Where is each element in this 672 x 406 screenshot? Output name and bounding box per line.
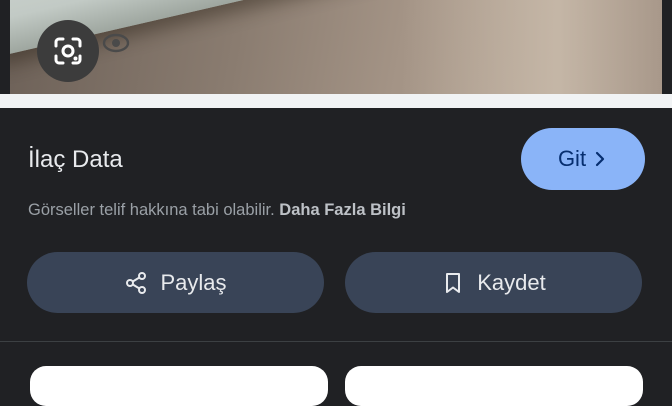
google-lens-icon [54,37,82,65]
share-label: Paylaş [160,269,227,295]
source-title: İlaç Data [28,146,123,173]
share-button[interactable]: Paylaş [27,252,324,313]
notice-text: Görseller telif hakkına tabi olabilir. [28,201,280,219]
chevron-right-icon [595,151,605,167]
google-lens-button[interactable] [37,20,99,82]
bookmark-icon [446,272,461,293]
share-icon [126,271,147,294]
related-image-card[interactable] [345,366,643,406]
eye-icon [102,33,130,53]
save-button[interactable]: Kaydet [345,252,642,313]
visit-button[interactable]: Git [521,128,645,190]
learn-more-link[interactable]: Daha Fazla Bilgi [279,201,406,219]
image-background [402,0,662,94]
copyright-notice: Görseller telif hakkına tabi olabilir. D… [28,200,406,220]
image-frame [0,94,672,108]
save-label: Kaydet [477,269,546,295]
divider [0,341,672,342]
related-image-card[interactable] [30,366,328,406]
visit-label: Git [557,146,587,171]
image-preview[interactable]: X [10,0,662,94]
